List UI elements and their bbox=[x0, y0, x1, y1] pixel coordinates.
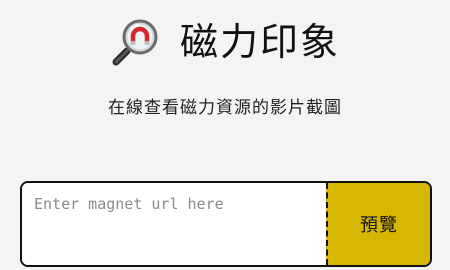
preview-button[interactable]: 預覽 bbox=[326, 183, 430, 265]
magnet-search-box: 預覽 bbox=[20, 181, 432, 267]
magnifying-glass-magnet-icon bbox=[112, 19, 158, 66]
app-title: 磁力印象 bbox=[179, 20, 340, 64]
magnet-url-input[interactable] bbox=[22, 183, 326, 265]
page-subtitle: 在線查看磁力資源的影片截圖 bbox=[108, 98, 342, 118]
app-header: 磁力印象 bbox=[0, 14, 450, 70]
